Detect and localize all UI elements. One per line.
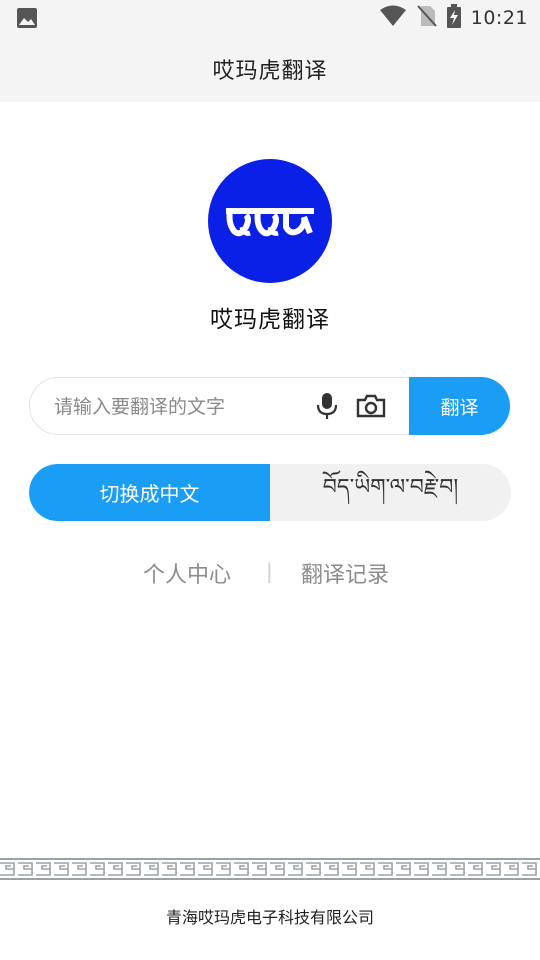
switch-to-tibetan-button[interactable]: བོད་ཡིག་ལ་བརྗེ་བ། [270,464,511,521]
link-separator: | [266,559,273,583]
wifi-icon [379,5,407,31]
company-footer: 青海哎玛虎电子科技有限公司 [165,908,374,927]
search-bar: 翻译 [29,377,510,435]
gallery-icon [16,7,38,33]
no-sim-icon [416,4,437,32]
app-bar-title: 哎玛虎翻译 [212,59,328,84]
language-toggle: 切换成中文 བོད་ཡིག་ལ་བརྗེ་བ། [29,464,511,521]
clock-time: 10:21 [470,7,528,29]
tibetan-logo-glyphs [226,208,314,237]
history-link[interactable]: 翻译记录 [301,557,389,589]
search-box [29,377,420,435]
search-input[interactable] [52,391,296,423]
app-bar: 哎玛虎翻译 [0,36,540,102]
camera-icon[interactable] [356,394,386,422]
status-bar: 10:21 [0,0,540,36]
translate-button[interactable]: 翻译 [409,377,510,435]
battery-charging-icon [446,4,461,32]
microphone-icon[interactable] [316,392,338,424]
decorative-border [0,858,540,880]
bottom-links: 个人中心 | 翻译记录 [0,553,540,593]
profile-link[interactable]: 个人中心 [143,557,231,589]
tibetan-logo [208,159,332,283]
app-name: 哎玛虎翻译 [210,307,330,333]
switch-to-chinese-button[interactable]: 切换成中文 [29,464,270,521]
